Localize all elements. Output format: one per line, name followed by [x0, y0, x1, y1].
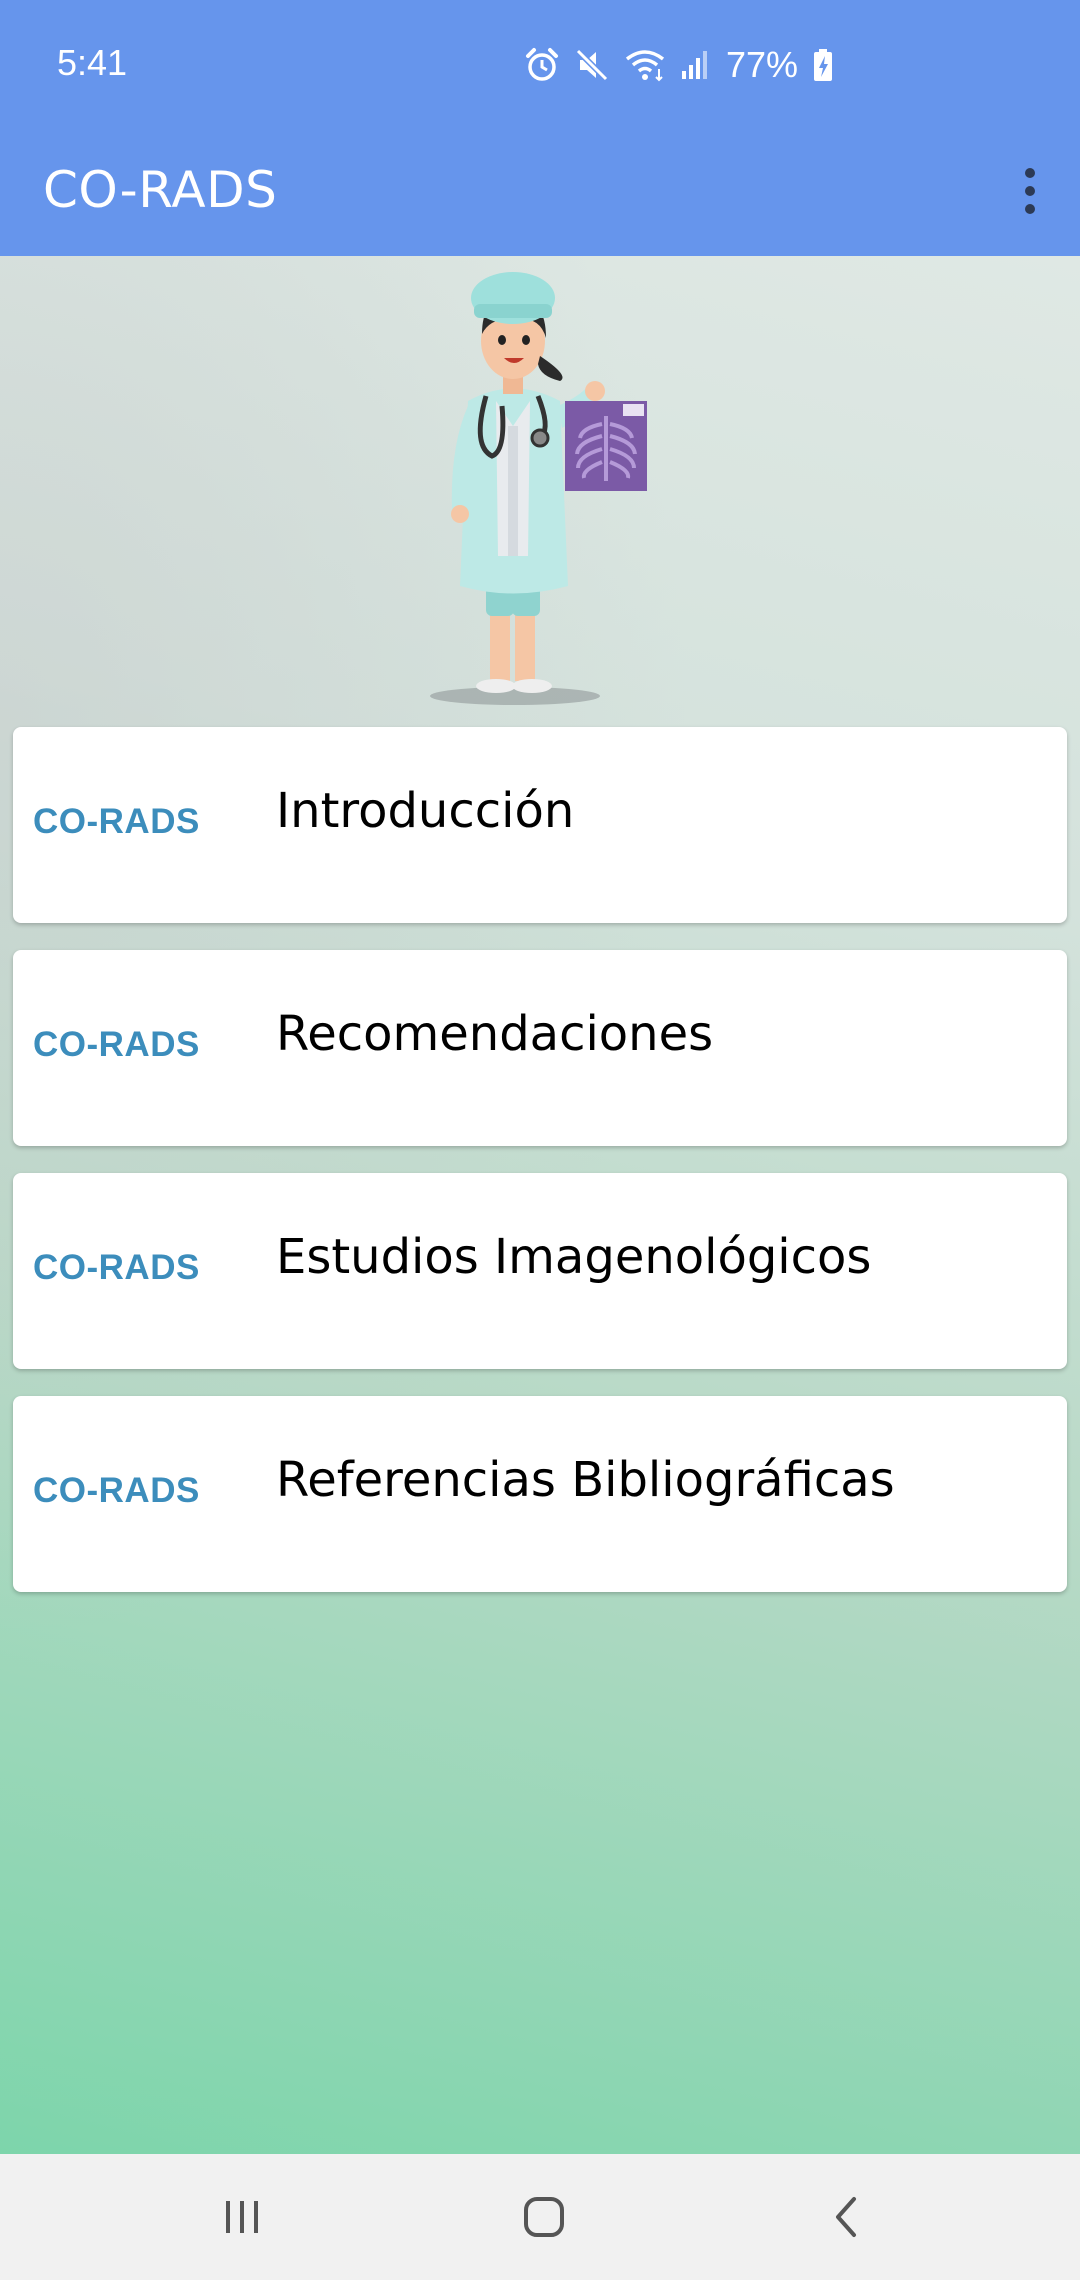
card-label: Referencias Bibliográficas — [276, 1452, 895, 1508]
more-vert-dot — [1025, 204, 1035, 214]
battery-charging-icon — [814, 49, 833, 81]
status-time: 5:41 — [57, 42, 128, 83]
recent-apps-icon — [226, 2201, 258, 2233]
status-icons: 77% — [524, 40, 834, 90]
home-icon — [524, 2197, 564, 2237]
more-vert-icon — [1025, 168, 1035, 178]
mute-icon — [575, 48, 609, 82]
doctor-illustration — [430, 272, 647, 705]
menu-item-estudios-imagenologicos[interactable]: CO-RADS Estudios Imagenológicos — [13, 1173, 1067, 1369]
card-badge: CO-RADS — [33, 1025, 200, 1064]
more-vert-dot — [1025, 186, 1035, 196]
card-label: Estudios Imagenológicos — [276, 1229, 872, 1285]
status-bar: 5:41 77% — [0, 0, 1080, 131]
alarm-icon — [526, 48, 558, 81]
app-screen: 5:41 77% CO-RADS CO-RADS Introducción CO… — [0, 0, 1080, 2280]
menu-item-introduccion[interactable]: CO-RADS Introducción — [13, 727, 1067, 923]
menu-item-referencias-bibliograficas[interactable]: CO-RADS Referencias Bibliográficas — [13, 1396, 1067, 1592]
card-label: Introducción — [276, 783, 575, 839]
wifi-icon — [625, 50, 665, 82]
app-title: CO-RADS — [43, 161, 278, 219]
menu-list: CO-RADS Introducción CO-RADS Recomendaci… — [13, 727, 1067, 1619]
menu-item-recomendaciones[interactable]: CO-RADS Recomendaciones — [13, 950, 1067, 1146]
signal-icon — [682, 51, 707, 79]
main-content: CO-RADS Introducción CO-RADS Recomendaci… — [0, 256, 1080, 2154]
battery-percentage: 77% — [726, 44, 799, 85]
app-bar: CO-RADS — [0, 131, 1080, 256]
recent-apps-button[interactable] — [162, 2154, 322, 2280]
system-nav-bar — [0, 2154, 1080, 2280]
card-badge: CO-RADS — [33, 802, 200, 841]
card-label: Recomendaciones — [276, 1006, 714, 1062]
card-badge: CO-RADS — [33, 1471, 200, 1510]
home-button[interactable] — [464, 2154, 624, 2280]
more-options-button[interactable] — [1000, 151, 1060, 231]
back-button[interactable] — [766, 2154, 926, 2280]
back-icon — [836, 2197, 856, 2237]
card-badge: CO-RADS — [33, 1248, 200, 1287]
